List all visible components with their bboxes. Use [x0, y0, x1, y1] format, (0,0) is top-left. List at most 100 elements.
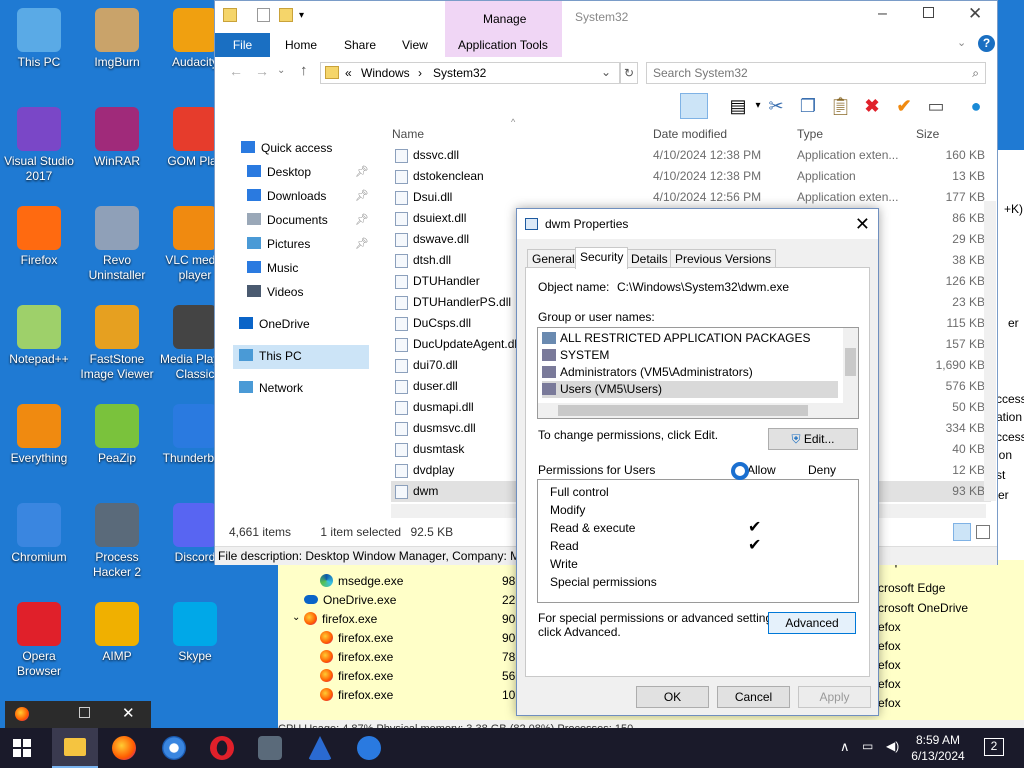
column-type[interactable]: Type [797, 127, 823, 143]
tab-file[interactable]: File [215, 33, 270, 57]
copy-icon[interactable]: ❐ [797, 95, 819, 117]
expand-chevron-icon[interactable]: ⌄ [292, 612, 300, 623]
taskbar-opera-icon[interactable] [210, 736, 234, 760]
file-row[interactable]: dssvc.dll 4/10/2024 12:38 PM Application e… [391, 145, 991, 166]
process-row[interactable]: OneDrive.exe 22 [304, 591, 515, 610]
up-arrow-icon[interactable]: ↑ [300, 62, 308, 79]
process-row[interactable]: firefox.exe 101 [320, 686, 522, 705]
desktop-icon[interactable]: ImgBurn [78, 8, 156, 70]
taskbar-app-icon[interactable] [308, 736, 332, 760]
desktop-icon[interactable]: Skype [156, 602, 234, 664]
clock-time[interactable]: 8:59 AM [903, 733, 973, 747]
column-date-modified[interactable]: Date modified [653, 127, 727, 143]
volume-icon[interactable]: ◀) [886, 739, 899, 753]
user-list-vscrollbar[interactable] [843, 328, 858, 404]
folder-icon[interactable] [223, 8, 237, 22]
apply-button[interactable]: Apply [798, 686, 871, 708]
vertical-scrollbar[interactable] [984, 201, 996, 501]
pin-icon[interactable]: 📌︎ [355, 162, 369, 182]
file-row[interactable]: Dsui.dll 4/10/2024 12:56 PM Application ex… [391, 187, 991, 208]
nav-onedrive[interactable]: OneDrive [239, 314, 310, 334]
new-item-icon[interactable]: ▤ [727, 95, 749, 117]
desktop-icon[interactable]: Notepad++ [0, 305, 78, 367]
taskbar-firefox-icon[interactable] [112, 736, 136, 760]
process-row[interactable]: firefox.exe 90 [320, 629, 515, 648]
address-part-system32[interactable]: System32 [433, 66, 486, 80]
nav-quick-access[interactable]: Quick access [241, 138, 332, 158]
tab-security[interactable]: Security [575, 247, 629, 269]
delete-icon[interactable]: ✖ [861, 95, 883, 117]
desktop-icon[interactable]: This PC [0, 8, 78, 70]
dialog-close-icon[interactable]: ✕ [855, 209, 870, 239]
desktop-icon[interactable]: AIMP [78, 602, 156, 664]
quick-access-dropdown-icon[interactable]: ▾ [299, 10, 304, 21]
nav-this-pc[interactable]: This PC [239, 346, 302, 366]
tab-general[interactable]: General [527, 249, 580, 268]
process-row[interactable]: firefox.exe 56 [320, 667, 515, 686]
network-icon[interactable]: ▭ [862, 739, 873, 753]
user-row[interactable]: ALL RESTRICTED APPLICATION PACKAGES [542, 330, 811, 347]
address-part-windows[interactable]: Windows [361, 66, 410, 80]
user-row[interactable]: Administrators (VM5\Administrators) [542, 364, 753, 381]
pin-icon[interactable]: 📌︎ [355, 234, 369, 254]
nav-network[interactable]: Network [239, 378, 303, 398]
desktop-icon[interactable]: Revo Uninstaller [78, 206, 156, 283]
tab-details[interactable]: Details [626, 249, 673, 268]
desktop-icon[interactable]: Opera Browser [0, 602, 78, 679]
edit-button[interactable]: ⛨ Edit... [768, 428, 858, 450]
properties-toolbar-icon[interactable]: ▭ [925, 95, 947, 117]
help-icon[interactable]: ? [978, 35, 995, 52]
maximize-icon[interactable] [79, 707, 90, 718]
pin-icon[interactable]: 📌︎ [355, 186, 369, 206]
new-folder-icon[interactable] [279, 8, 293, 22]
scroll-thumb[interactable] [845, 348, 856, 376]
pin-icon[interactable]: 📌︎ [355, 210, 369, 230]
taskbar-chromium-icon[interactable] [162, 736, 186, 760]
process-row[interactable]: firefox.exe 78 [320, 648, 515, 667]
user-row[interactable]: SYSTEM [542, 347, 609, 364]
start-button[interactable] [13, 739, 31, 757]
cancel-button[interactable]: Cancel [717, 686, 790, 708]
nav-item-videos[interactable]: Videos [247, 282, 303, 302]
nav-item-documents[interactable]: Documents 📌︎ [247, 210, 369, 230]
desktop-icon[interactable]: PeaZip [78, 404, 156, 466]
advanced-button[interactable]: Advanced [768, 612, 856, 634]
search-input[interactable]: Search System32 ⌕ [646, 62, 986, 84]
desktop-icon[interactable]: Visual Studio 2017 [0, 107, 78, 184]
nav-item-desktop[interactable]: Desktop 📌︎ [247, 162, 369, 182]
taskbar-process-hacker-icon[interactable] [258, 736, 282, 760]
desktop-icon[interactable]: Chromium [0, 503, 78, 565]
recent-dropdown-icon[interactable]: ⌄ [277, 65, 285, 76]
column-name[interactable]: Name [392, 127, 424, 143]
nav-item-music[interactable]: Music [247, 258, 298, 278]
desktop-icon[interactable]: Everything [0, 404, 78, 466]
rename-check-icon[interactable]: ✔ [893, 95, 915, 117]
tab-share[interactable]: Share [344, 33, 376, 57]
close-icon[interactable]: ✕ [122, 704, 135, 722]
forward-arrow-icon[interactable]: → [255, 63, 269, 79]
user-row[interactable]: Users (VM5\Users) [542, 381, 838, 398]
nav-item-downloads[interactable]: Downloads 📌︎ [247, 186, 369, 206]
process-row[interactable]: firefox.exe 90 [304, 610, 515, 629]
desktop-icon[interactable]: Firefox [0, 206, 78, 268]
clock-date[interactable]: 6/13/2024 [903, 749, 973, 763]
file-row[interactable]: dstokenclean 4/10/2024 12:38 PM Applicatio… [391, 166, 991, 187]
tab-home[interactable]: Home [285, 33, 317, 57]
tab-application-tools[interactable]: Application Tools [458, 33, 548, 57]
process-row[interactable]: msedge.exe 98 [320, 572, 515, 591]
user-list-hscrollbar[interactable] [538, 403, 858, 418]
ok-button[interactable]: OK [636, 686, 709, 708]
back-arrow-icon[interactable]: ← [229, 63, 243, 79]
tray-chevron-up-icon[interactable]: ∧ [840, 739, 850, 755]
globe-icon[interactable]: ● [965, 95, 987, 117]
large-icons-view-icon[interactable] [976, 525, 990, 539]
properties-icon[interactable] [257, 8, 270, 22]
preview-pane-icon[interactable] [680, 93, 708, 119]
hscroll-thumb[interactable] [558, 405, 808, 416]
nav-item-pictures[interactable]: Pictures 📌︎ [247, 234, 369, 254]
taskbar-explorer-active[interactable] [52, 728, 98, 768]
minimize-button[interactable]: – [878, 5, 887, 23]
user-list[interactable]: ALL RESTRICTED APPLICATION PACKAGES SYSTE… [537, 327, 859, 419]
desktop-icon[interactable]: WinRAR [78, 107, 156, 169]
maximize-button[interactable] [923, 7, 934, 18]
